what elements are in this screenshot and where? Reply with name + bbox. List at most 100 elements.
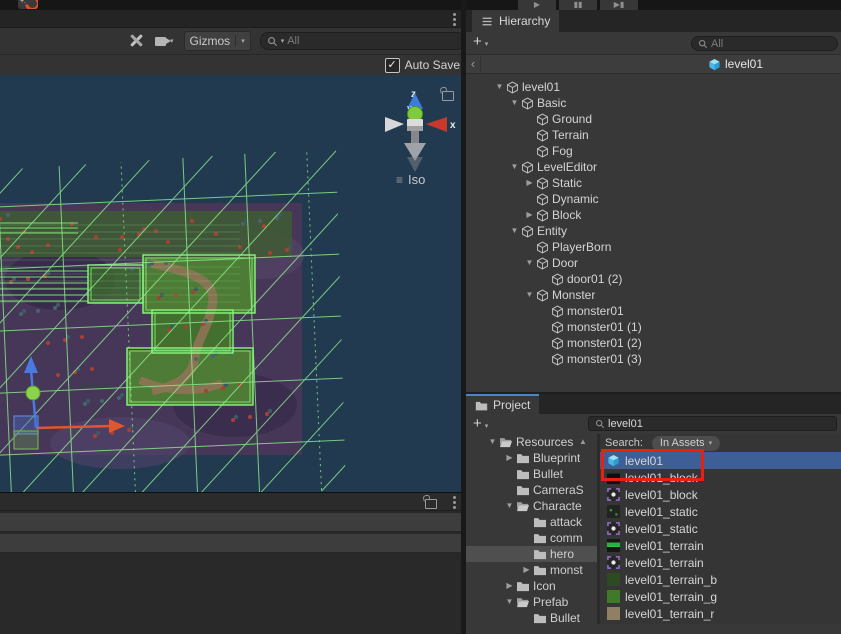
scene-search-input[interactable] xyxy=(287,35,457,47)
folder-label: monst xyxy=(550,563,583,577)
bottom-left-panel xyxy=(0,492,465,634)
collapse-arrow-icon[interactable]: ▶ xyxy=(503,578,516,594)
breadcrumb-back-button[interactable]: ‹ xyxy=(466,55,481,73)
hierarchy-item-playerborn[interactable]: PlayerBorn xyxy=(466,239,841,255)
collapse-arrow-icon[interactable]: ▶ xyxy=(523,207,536,223)
hierarchy-item-monster01[interactable]: monster01 xyxy=(466,303,841,319)
hierarchy-item-dynamic[interactable]: Dynamic xyxy=(466,191,841,207)
folder-item-blueprint[interactable]: ▶Blueprint xyxy=(466,450,597,466)
hierarchy-item-static[interactable]: ▶Static xyxy=(466,175,841,191)
hierarchy-item-ground[interactable]: Ground xyxy=(466,111,841,127)
asset-result-level01-terrain-b-7[interactable]: level01_terrain_b xyxy=(600,571,841,588)
folder-item-icon[interactable]: ▶Icon xyxy=(466,578,597,594)
expand-arrow-icon[interactable]: ▼ xyxy=(486,434,499,450)
hierarchy-item-block[interactable]: ▶Block xyxy=(466,207,841,223)
hierarchy-item-door[interactable]: ▼ Door xyxy=(466,255,841,271)
project-search-input[interactable] xyxy=(608,418,830,430)
hierarchy-search-field[interactable] xyxy=(691,36,838,51)
folder-item-prefab[interactable]: ▼Prefab xyxy=(466,594,597,610)
hierarchy-item-level01[interactable]: ▼level01 xyxy=(466,79,841,95)
hierarchy-item-door01-2[interactable]: door01 (2) xyxy=(466,271,841,287)
expand-arrow-icon[interactable]: ▼ xyxy=(503,498,516,514)
hierarchy-item-monster01-3[interactable]: monster01 (3) xyxy=(466,351,841,367)
expand-arrow-icon[interactable]: ▼ xyxy=(523,255,536,271)
folder-item-attack[interactable]: attack xyxy=(466,514,597,530)
folder-item-comm[interactable]: comm xyxy=(466,530,597,546)
asset-result-level01-terrain-g-8[interactable]: level01_terrain_g xyxy=(600,588,841,605)
tab-project[interactable]: Project xyxy=(466,394,539,416)
scene-orientation-gizmo[interactable]: z y x xyxy=(385,89,456,172)
scope-label: In Assets xyxy=(660,437,705,449)
projection-mode-toggle[interactable]: ≡ Iso xyxy=(396,172,425,187)
folder-item-bullet[interactable]: Bullet xyxy=(466,610,597,624)
hierarchy-item-terrain[interactable]: Terrain xyxy=(466,127,841,143)
scene-menu-icon[interactable] xyxy=(452,13,456,26)
hierarchy-item-monster01-1[interactable]: monster01 (1) xyxy=(466,319,841,335)
expand-arrow-icon[interactable]: ▼ xyxy=(523,287,536,303)
hierarchy-item-label: monster01 (3) xyxy=(567,352,642,366)
folder-item-hero[interactable]: hero xyxy=(466,546,597,562)
folder-item-resources[interactable]: ▼ Resources xyxy=(466,434,597,450)
asset-result-level01-terrain-5[interactable]: level01_terrain xyxy=(600,537,841,554)
asset-result-level01-terrain-6[interactable]: level01_terrain xyxy=(600,554,841,571)
hierarchy-search-input[interactable] xyxy=(711,38,831,50)
scene-viewport[interactable]: z y x ≡ Iso xyxy=(0,75,465,492)
asset-result-level01-terrain-r-9[interactable]: level01_terrain_r xyxy=(600,605,841,622)
hierarchy-item-label: Entity xyxy=(537,224,567,238)
asset-result-level01-block-2[interactable]: level01_block xyxy=(600,486,841,503)
scene-search-field[interactable]: ▾ xyxy=(260,32,465,50)
collapse-arrow-icon[interactable]: ▶ xyxy=(520,562,533,578)
breadcrumb-title: level01 xyxy=(725,57,763,71)
gameobject-cube-icon xyxy=(506,81,519,94)
lock-icon[interactable] xyxy=(425,499,437,509)
asset-result-level01-static-3[interactable]: level01_static xyxy=(600,503,841,520)
folder-item-cameras[interactable]: CameraS xyxy=(466,482,597,498)
expand-arrow-icon[interactable]: ▼ xyxy=(508,223,521,239)
asset-result-level01-static-4[interactable]: level01_static xyxy=(600,520,841,537)
hierarchy-item-monster[interactable]: ▼Monster xyxy=(466,287,841,303)
hierarchy-item-monster01-2[interactable]: monster01 (2) xyxy=(466,335,841,351)
auto-save-checkbox[interactable]: ✓ xyxy=(385,58,400,73)
gameobject-cube-icon xyxy=(536,145,549,158)
project-add-button[interactable]: + ▾ xyxy=(473,416,488,432)
folder-icon xyxy=(475,399,488,412)
scene-gizmo-lock-icon[interactable] xyxy=(442,91,454,101)
panel-menu-icon[interactable] xyxy=(452,496,456,509)
hierarchy-item-entity[interactable]: ▼ Entity xyxy=(466,223,841,239)
hierarchy-item-fog[interactable]: Fog xyxy=(466,143,841,159)
hierarchy-item-leveleditor[interactable]: ▼LevelEditor xyxy=(466,159,841,175)
texture-thumbnail xyxy=(607,607,620,620)
panel-row[interactable] xyxy=(0,534,465,553)
folder-icon xyxy=(533,516,547,528)
folder-item-bullet[interactable]: Bullet xyxy=(466,466,597,482)
project-search-field[interactable] xyxy=(588,416,837,431)
breadcrumb-item[interactable]: level01 xyxy=(708,57,763,71)
expand-arrow-icon[interactable]: ▼ xyxy=(493,79,506,95)
gizmos-dropdown[interactable]: Gizmos ▾ xyxy=(184,31,251,51)
folder-label: Bullet xyxy=(533,467,563,481)
panel-row[interactable] xyxy=(0,513,465,532)
expand-arrow-icon[interactable]: ▼ xyxy=(503,594,516,610)
project-tab-strip: Project xyxy=(466,394,841,416)
folder-icon xyxy=(533,548,547,560)
collapse-arrow-icon[interactable]: ▶ xyxy=(503,450,516,466)
scroll-up-arrow[interactable]: ▲ xyxy=(579,437,587,446)
chevron-down-icon: ▾ xyxy=(241,38,245,45)
hierarchy-toolbar: + ▾ xyxy=(466,32,841,54)
tools-icon[interactable] xyxy=(125,32,147,50)
auto-save-label: Auto Save xyxy=(405,58,460,72)
hierarchy-add-button[interactable]: + ▾ xyxy=(473,34,488,50)
texture-thumbnail xyxy=(607,573,620,586)
folder-item-characte[interactable]: ▼Characte xyxy=(466,498,597,514)
tab-hierarchy[interactable]: Hierarchy xyxy=(472,10,559,32)
toolbar-mini-button[interactable]: +. xyxy=(18,0,38,9)
expand-arrow-icon[interactable]: ▼ xyxy=(508,95,521,111)
camera-view-button[interactable]: ▾ xyxy=(155,37,174,46)
collapse-arrow-icon[interactable]: ▶ xyxy=(523,175,536,191)
folder-label: Resources xyxy=(516,435,573,449)
folder-item-monst[interactable]: ▶ monst xyxy=(466,562,597,578)
expand-arrow-icon[interactable]: ▼ xyxy=(508,159,521,175)
hierarchy-item-label: Door xyxy=(552,256,578,270)
chevron-down-icon: ▾ xyxy=(485,41,489,48)
hierarchy-item-basic[interactable]: ▼Basic xyxy=(466,95,841,111)
